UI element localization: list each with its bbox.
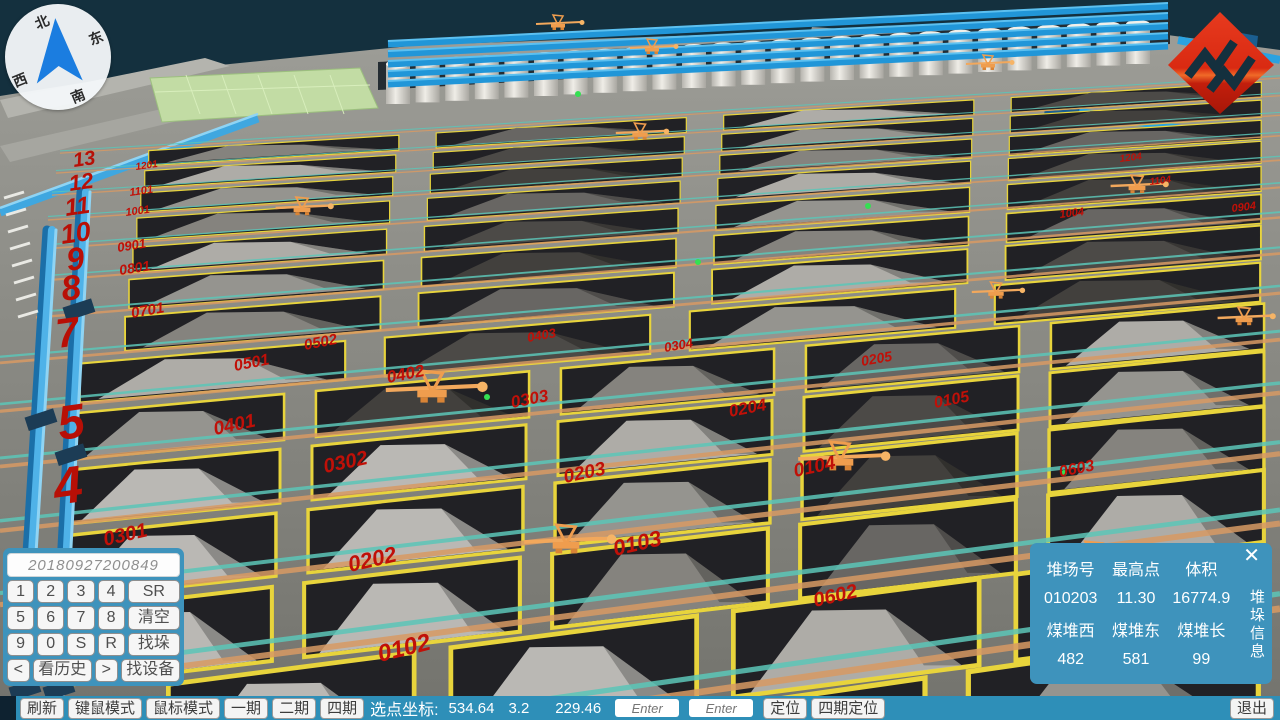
status-dot	[575, 91, 581, 97]
keypad-button-1[interactable]: 1	[7, 580, 34, 603]
pile-info-value-堆场号: 010203	[1038, 590, 1103, 608]
toolbar-button-二期[interactable]: 二期	[272, 698, 316, 719]
keypad-button-9[interactable]: 9	[7, 633, 34, 656]
compass[interactable]: 北 东 西 南	[5, 4, 111, 110]
pile-info-label-煤堆东: 煤堆东	[1103, 617, 1168, 641]
keypad-row: <看历史>找设备	[7, 659, 180, 682]
keypad-button-清空[interactable]: 清空	[128, 606, 180, 629]
toolbar-button-定位[interactable]: 定位	[763, 698, 807, 719]
toolbar-button-鼠标模式[interactable]: 鼠标模式	[146, 698, 220, 719]
pile-info-label-堆场号: 堆场号	[1038, 556, 1103, 580]
enter-field-2[interactable]	[689, 699, 753, 717]
keypad-button-7[interactable]: 7	[67, 606, 94, 629]
keypad-button-R[interactable]: R	[98, 633, 125, 656]
keypad-button-4[interactable]: 4	[98, 580, 125, 603]
bottom-toolbar: 刷新键鼠模式鼠标模式一期二期四期 选点坐标: 534.64 3.2 229.46…	[0, 696, 1280, 720]
keypad-button-8[interactable]: 8	[98, 606, 125, 629]
pile-info-label-最高点: 最高点	[1103, 556, 1168, 580]
keypad-row: 5678清空	[7, 606, 180, 629]
close-icon[interactable]: ✕	[1237, 545, 1266, 567]
keypad-button-<[interactable]: <	[7, 659, 30, 682]
pile-info-panel: ✕ 堆场号最高点体积 01020311.3016774.9 煤堆西煤堆东煤堆长 482…	[1030, 543, 1272, 684]
pile-info-value-煤堆长: 99	[1169, 651, 1234, 669]
pile-info-label-体积: 体积	[1169, 556, 1234, 580]
enter-field-1[interactable]	[615, 699, 679, 717]
keypad-input[interactable]	[7, 553, 180, 577]
keypad-button-2[interactable]: 2	[37, 580, 64, 603]
keypad-button-6[interactable]: 6	[37, 606, 64, 629]
toolbar-button-四期[interactable]: 四期	[320, 698, 364, 719]
pile-info-label-煤堆西: 煤堆西	[1038, 617, 1103, 641]
keypad-button-S[interactable]: S	[67, 633, 94, 656]
keypad-button-SR[interactable]: SR	[128, 580, 180, 603]
keypad-panel: 1234SR 5678清空 90SR找垛 <看历史>找设备	[3, 548, 184, 686]
pick-coordinates-label: 选点坐标:	[370, 696, 438, 720]
keypad-button->[interactable]: >	[95, 659, 118, 682]
app-window: 1312111098754120111011001090108010701050…	[0, 0, 1280, 720]
keypad-button-看历史[interactable]: 看历史	[33, 659, 92, 682]
pile-info-grid: 堆场号最高点体积 01020311.3016774.9 煤堆西煤堆东煤堆长 48258…	[1038, 553, 1234, 675]
toolbar-mid-group: 定位四期定位	[763, 698, 885, 719]
status-dot	[695, 259, 701, 265]
coordinate-y-value: 3.2	[508, 700, 529, 717]
exit-button[interactable]: 退出	[1230, 698, 1274, 719]
coordinate-z-value: 229.46	[555, 700, 601, 717]
pile-info-value-体积: 16774.9	[1169, 590, 1234, 608]
company-logo	[1158, 10, 1276, 115]
toolbar-button-四期定位[interactable]: 四期定位	[811, 698, 885, 719]
coordinate-x-value: 534.64	[449, 700, 495, 717]
pile-info-value-煤堆西: 482	[1038, 651, 1103, 669]
toolbar-left-group: 刷新键鼠模式鼠标模式一期二期四期	[20, 698, 364, 719]
toolbar-button-一期[interactable]: 一期	[224, 698, 268, 719]
toolbar-button-刷新[interactable]: 刷新	[20, 698, 64, 719]
keypad-button-5[interactable]: 5	[7, 606, 34, 629]
keypad-button-0[interactable]: 0	[37, 633, 64, 656]
keypad-row: 90SR找垛	[7, 633, 180, 656]
toolbar-button-键鼠模式[interactable]: 键鼠模式	[68, 698, 142, 719]
keypad-button-3[interactable]: 3	[67, 580, 94, 603]
pile-info-value-煤堆东: 581	[1103, 651, 1168, 669]
keypad-row: 1234SR	[7, 580, 180, 603]
keypad-button-找设备[interactable]: 找设备	[121, 659, 180, 682]
pile-info-side-title: 堆垛信息	[1249, 589, 1264, 661]
compass-arrow-icon	[5, 4, 111, 110]
keypad-button-找垛[interactable]: 找垛	[128, 633, 180, 656]
status-dot	[865, 203, 871, 209]
pile-info-value-最高点: 11.30	[1103, 590, 1168, 608]
pile-info-label-煤堆长: 煤堆长	[1169, 617, 1234, 641]
status-dot	[484, 394, 490, 400]
toolbar-left-cap	[0, 696, 16, 720]
